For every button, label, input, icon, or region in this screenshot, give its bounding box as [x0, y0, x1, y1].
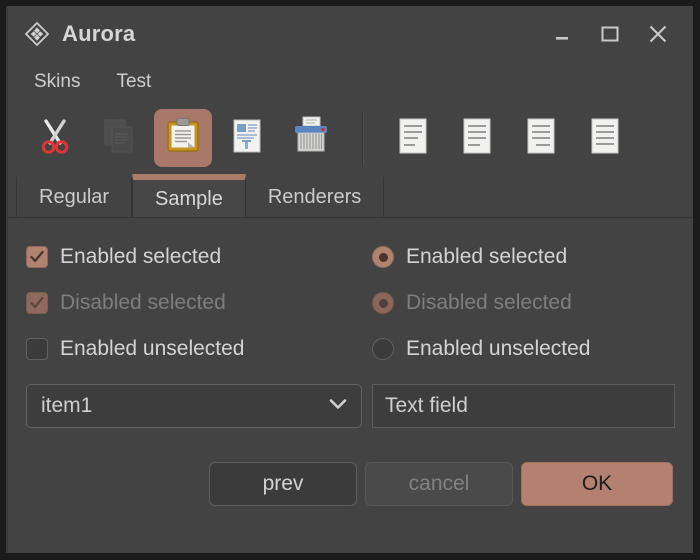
tab-content-sample: Enabled selected Enabled selected Disabl…: [8, 218, 693, 506]
combobox-item-selector[interactable]: item1: [26, 384, 362, 428]
checkbox-box: [26, 246, 48, 268]
prev-button[interactable]: prev: [209, 462, 357, 506]
chevron-down-icon: [327, 393, 349, 420]
window-inner: Aurora Skins Test Regular Sample Rendere…: [6, 6, 693, 553]
window-controls: [543, 17, 683, 51]
input-row: item1 Text field: [26, 382, 675, 430]
dialog-button-bar: prev cancel OK: [26, 462, 675, 506]
control-row-disabled-selected: Disabled selected Disabled selected: [26, 280, 675, 326]
toolbar-separator: [362, 111, 364, 165]
close-button[interactable]: [639, 17, 677, 51]
radio-enabled-unselected[interactable]: Enabled unselected: [372, 337, 675, 361]
control-row-enabled-unselected: Enabled unselected Enabled unselected: [26, 326, 675, 372]
scissors-icon: [34, 115, 76, 162]
toolbar: [8, 102, 693, 174]
window-title: Aurora: [62, 21, 136, 46]
tab-sample[interactable]: Sample: [132, 174, 246, 218]
document-text-icon: [226, 115, 268, 162]
checkbox-box: [26, 292, 48, 314]
ok-button[interactable]: OK: [521, 462, 673, 506]
toolbar-button-align-justify[interactable]: [576, 109, 634, 167]
radio-label: Enabled unselected: [406, 337, 591, 360]
checkbox-label: Disabled selected: [60, 291, 226, 314]
maximize-button[interactable]: [591, 17, 629, 51]
text-input-field[interactable]: Text field: [372, 384, 675, 428]
application-window: Aurora Skins Test Regular Sample Rendere…: [0, 0, 700, 560]
radio-button: [372, 338, 394, 360]
clipboard-paste-icon: [162, 115, 204, 162]
radio-label: Disabled selected: [406, 291, 572, 314]
checkbox-enabled-selected[interactable]: Enabled selected: [26, 245, 372, 269]
radio-button: [372, 246, 394, 268]
checkbox-disabled-selected: Disabled selected: [26, 291, 372, 315]
paper-shredder-icon: [290, 115, 332, 162]
align-justify-icon: [584, 115, 626, 162]
align-left-icon: [392, 115, 434, 162]
radio-disabled-selected: Disabled selected: [372, 291, 675, 315]
align-center-icon: [520, 115, 562, 162]
toolbar-button-align-center[interactable]: [512, 109, 570, 167]
title-bar: Aurora: [8, 6, 693, 62]
menu-item-skins[interactable]: Skins: [24, 68, 90, 96]
checkbox-enabled-unselected[interactable]: Enabled unselected: [26, 337, 372, 361]
tab-strip: Regular Sample Renderers: [8, 174, 693, 218]
toolbar-button-paste[interactable]: [154, 109, 212, 167]
close-icon: [646, 22, 670, 46]
checkbox-box: [26, 338, 48, 360]
align-right-icon: [456, 115, 498, 162]
checkbox-label: Enabled selected: [60, 245, 222, 268]
tab-regular[interactable]: Regular: [16, 177, 133, 218]
tab-renderers[interactable]: Renderers: [246, 177, 385, 218]
toolbar-button-shred[interactable]: [282, 109, 340, 167]
control-row-enabled-selected: Enabled selected Enabled selected: [26, 234, 675, 280]
cancel-button: cancel: [365, 462, 513, 506]
radio-button: [372, 292, 394, 314]
copy-documents-icon: [98, 115, 140, 162]
minimize-icon: [553, 25, 571, 43]
menu-bar: Skins Test: [8, 62, 693, 102]
toolbar-button-align-left[interactable]: [384, 109, 442, 167]
maximize-icon: [599, 23, 621, 45]
minimize-button[interactable]: [543, 17, 581, 51]
toolbar-button-copy[interactable]: [90, 109, 148, 167]
toolbar-button-paste-special[interactable]: [218, 109, 276, 167]
menu-item-test[interactable]: Test: [106, 68, 161, 96]
toolbar-button-align-right[interactable]: [448, 109, 506, 167]
textfield-value: Text field: [385, 394, 468, 417]
toolbar-button-cut[interactable]: [26, 109, 84, 167]
aurora-diamond-logo-icon: [24, 21, 50, 47]
combobox-value: item1: [41, 394, 93, 417]
radio-enabled-selected[interactable]: Enabled selected: [372, 245, 675, 269]
radio-label: Enabled selected: [406, 245, 568, 268]
checkbox-label: Enabled unselected: [60, 337, 245, 360]
